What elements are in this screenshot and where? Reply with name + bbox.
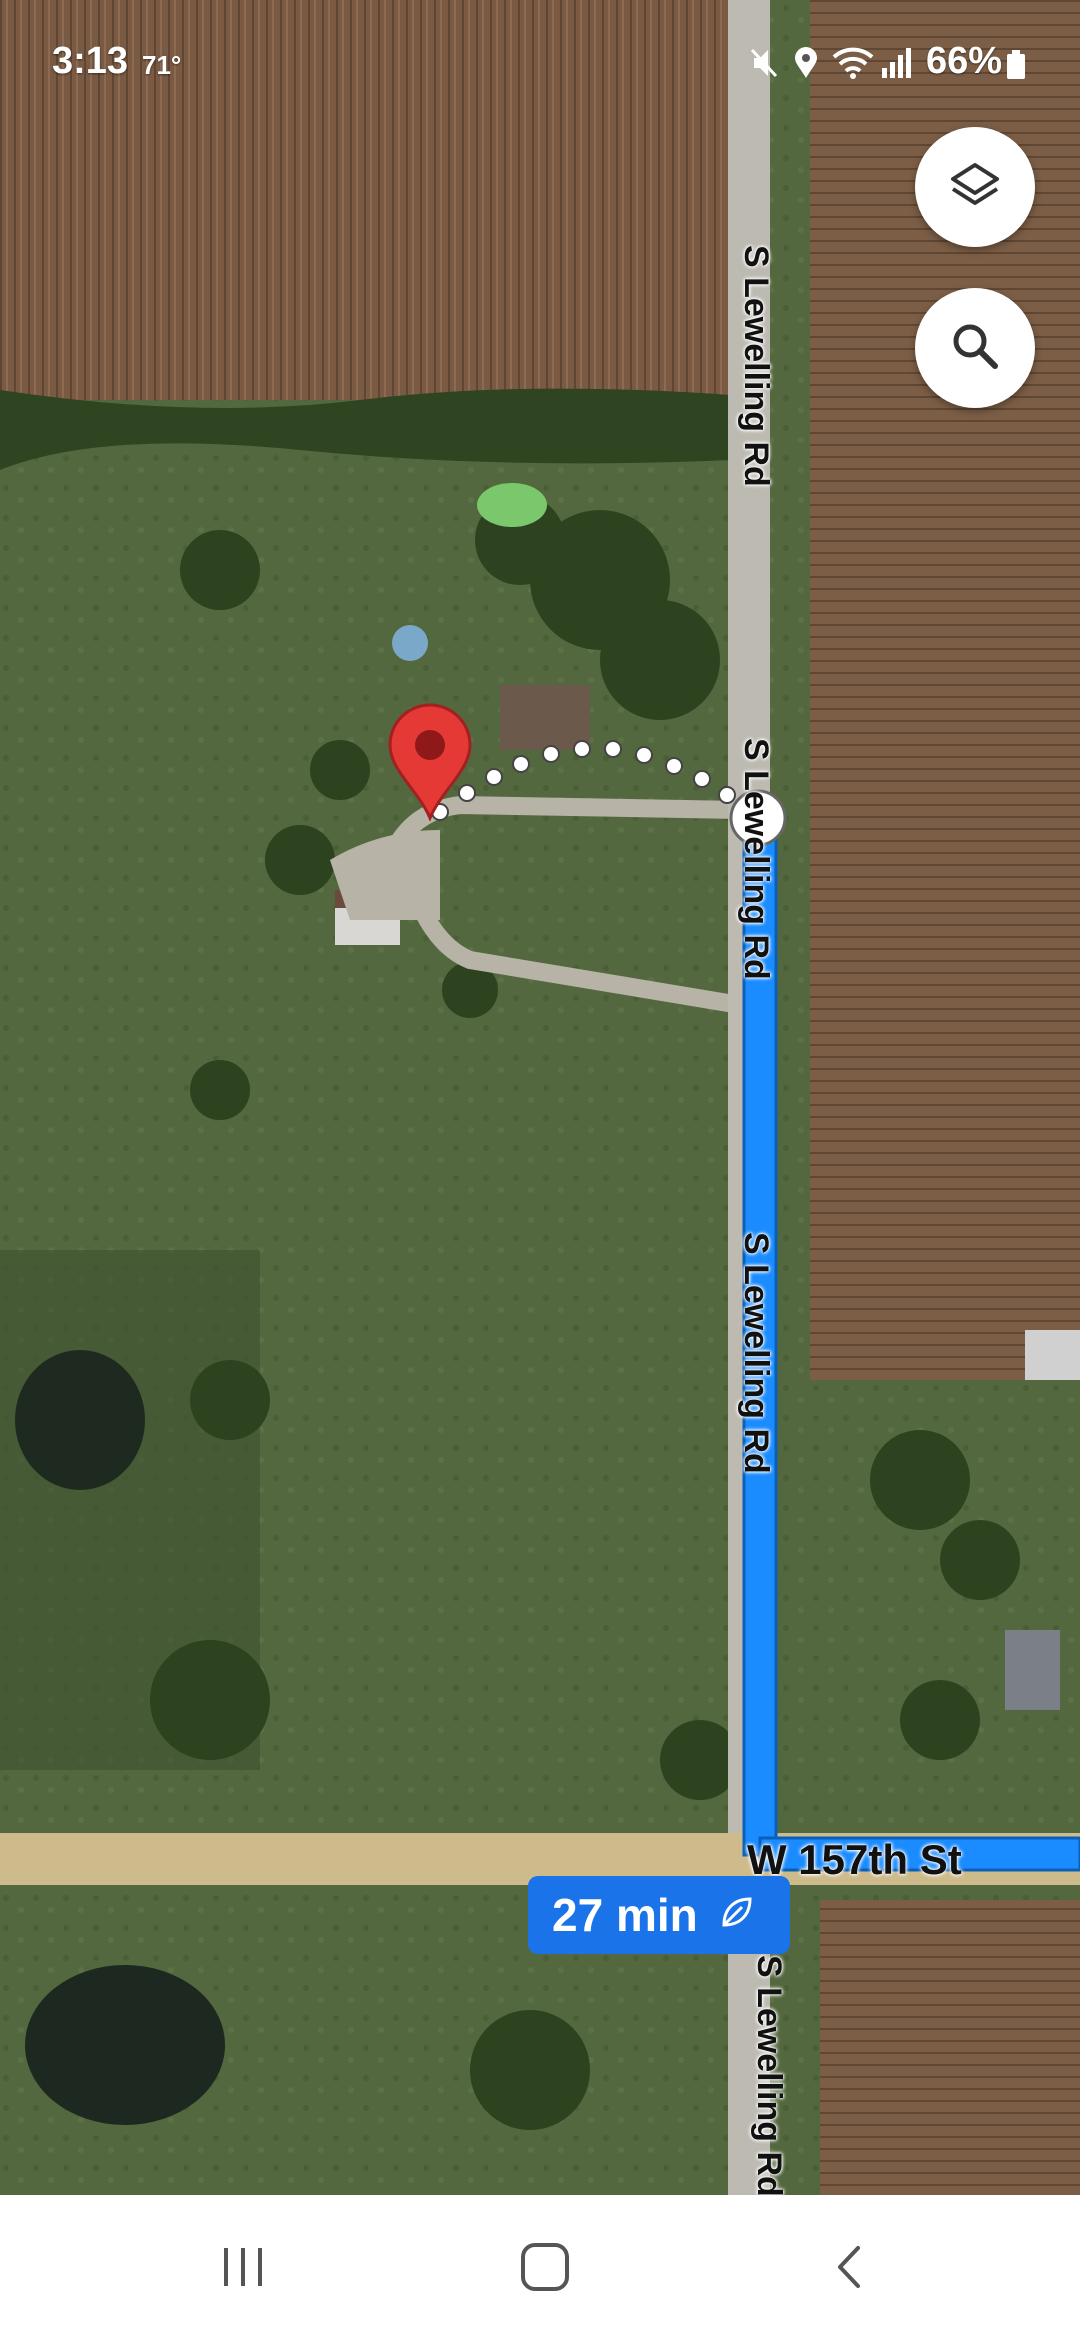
system-nav-bar: [0, 2195, 1080, 2340]
layers-button[interactable]: [915, 127, 1035, 247]
street-label: S Lewelling Rd: [737, 738, 775, 980]
location-icon: [792, 46, 820, 85]
battery-percent: 66%: [926, 40, 1003, 82]
status-bar: 3:13 71° 66%: [0, 0, 1080, 130]
recent-apps-button[interactable]: [198, 2231, 288, 2307]
signal-icon: [880, 46, 916, 85]
battery-icon: [1006, 50, 1026, 85]
eco-leaf-icon: [716, 1893, 756, 1938]
search-icon: [947, 318, 1003, 379]
eta-label: 27 min: [552, 1889, 698, 1941]
street-label: S Lewelling Rd: [737, 1232, 775, 1474]
search-button[interactable]: [915, 288, 1035, 408]
street-label: S Lewelling Rd: [750, 1955, 788, 2195]
street-label: S Lewelling Rd: [737, 245, 775, 487]
home-button[interactable]: [500, 2231, 590, 2307]
wifi-icon: [832, 46, 874, 85]
back-icon: [826, 2242, 876, 2297]
clock: 3:13: [52, 40, 129, 82]
home-icon: [518, 2240, 572, 2299]
temperature: 71°: [142, 50, 182, 80]
mute-icon: [748, 46, 780, 85]
recent-apps-icon: [218, 2242, 268, 2297]
back-button[interactable]: [806, 2231, 896, 2307]
eta-bubble[interactable]: 27 min: [528, 1876, 790, 1954]
layers-icon: [947, 157, 1003, 218]
